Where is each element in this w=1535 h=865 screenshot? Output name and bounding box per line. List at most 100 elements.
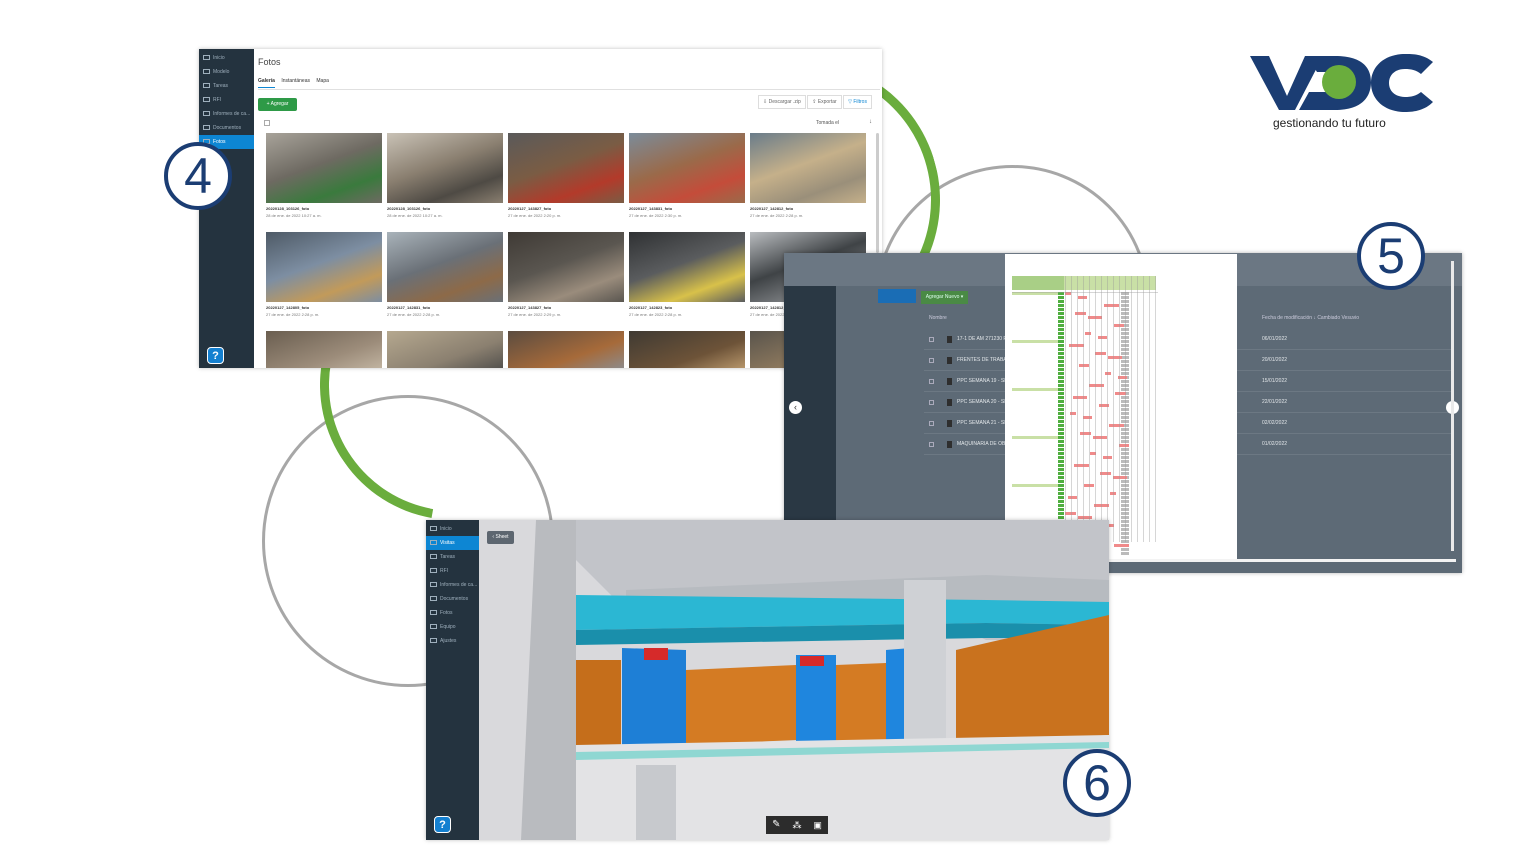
sheet-button[interactable]: ‹ Sheet [487,531,514,544]
clipboard-icon[interactable]: ▣ [808,817,827,833]
photo-thumbnail[interactable] [629,232,745,302]
sheet-row [1012,472,1064,475]
photo-thumbnail[interactable] [266,133,382,203]
row-checkbox[interactable] [929,442,934,447]
help-button[interactable]: ? [207,347,224,364]
sheet-row [1012,324,1064,327]
row-checkbox[interactable] [929,400,934,405]
viewer-sidebar-item[interactable]: Tareas [426,550,479,564]
photo-thumbnail[interactable] [387,331,503,368]
sidebar-item-rfi[interactable]: RFI [199,93,254,107]
row-checkbox[interactable] [929,379,934,384]
sheet-bar [1104,304,1119,307]
photo-thumbnail[interactable] [266,331,382,368]
sheet-status [1058,300,1064,303]
row-checkbox[interactable] [929,421,934,426]
select-all-checkbox[interactable] [264,120,270,126]
download-zip-button[interactable]: ⇩ Descargar .zip [758,95,806,109]
photo-thumbnail[interactable] [387,133,503,203]
sheet-status [1058,376,1064,379]
sheet-row [1012,416,1064,419]
photo-card[interactable] [629,331,745,368]
tab-mapa[interactable]: Mapa [316,78,329,84]
help-button-viewer[interactable]: ? [434,816,451,833]
viewer-sidebar-item[interactable]: Informes de ca... [426,578,479,592]
sheet-bar [1115,392,1126,395]
photo-card[interactable] [387,331,503,368]
sidebar-item-inicio[interactable]: Inicio [199,51,254,65]
right-scrollbar[interactable] [1451,261,1454,551]
sheet-status [1058,384,1064,387]
sheet-status [1058,436,1064,439]
sheet-header [1064,276,1156,290]
sidebar-item-modelo[interactable]: Modelo [199,65,254,79]
sheet-row [1012,300,1064,303]
photo-card[interactable]: 20220127_142823_foto 27 de ene. de 2022 2… [629,232,745,317]
step-badge-6: 6 [1063,749,1131,817]
bim-3d-scene[interactable] [426,520,1109,840]
prev-page-button[interactable]: ‹ [789,401,802,414]
row-checkbox[interactable] [929,358,934,363]
photo-thumbnail[interactable] [387,232,503,302]
photo-card[interactable] [508,331,624,368]
viewer-sidebar-item[interactable]: Inicio [426,522,479,536]
photo-card[interactable]: 20220127_142805_foto 27 de ene. de 2022 2… [266,232,382,317]
photo-card[interactable]: 20220128_103126_foto 28 de ene. de 2022 1… [266,133,382,218]
sheet-bar [1103,456,1112,459]
photo-card[interactable]: 20220128_103126_foto 28 de ene. de 2022 1… [387,133,503,218]
scrollbar[interactable] [876,133,879,253]
sidebar-item-tareas[interactable]: Tareas [199,79,254,93]
sidebar-item-documentos[interactable]: Documentos [199,121,254,135]
photo-card[interactable]: 20220127_143831_foto 27 de ene. de 2022 2… [629,133,745,218]
photo-thumbnail[interactable] [629,133,745,203]
sort-label[interactable]: Tomada el [816,120,839,126]
photo-thumbnail[interactable] [266,232,382,302]
viewer-sidebar-item[interactable]: Documentos [426,592,479,606]
sheet-status [1058,348,1064,351]
photo-card[interactable]: 20220127_143827_foto 27 de ene. de 2022 2… [508,133,624,218]
sheet-status [1058,400,1064,403]
sheet-row [1012,372,1064,375]
sheet-status [1058,504,1064,507]
photo-thumbnail[interactable] [508,133,624,203]
tab-galeria[interactable]: Galería [258,78,275,88]
photo-thumbnail[interactable] [508,331,624,368]
photo-thumbnail[interactable] [508,232,624,302]
viewer-sidebar-item[interactable]: RFI [426,564,479,578]
photo-card[interactable]: 20220127_143827_foto 27 de ene. de 2022 2… [508,232,624,317]
row-checkbox[interactable] [929,337,934,342]
photo-thumbnail[interactable] [750,133,866,203]
photo-name: 20220128_103126_foto [387,206,431,211]
sheet-status [1058,512,1064,515]
pencil-icon[interactable]: ✎ [767,817,786,833]
panel-model-viewer: Inicio Visitas Tareas RFI Informes de ca... D… [426,520,1109,840]
viewer-sidebar-item[interactable]: Visitas [426,536,479,550]
sheet-bar [1083,416,1092,419]
sheet-row [1012,364,1064,367]
photo-card[interactable]: 20220127_142831_foto 27 de ene. de 2022 2… [387,232,503,317]
col-name-header[interactable]: Nombre [929,315,947,321]
sheet-status [1058,396,1064,399]
file-icon [947,441,952,448]
col-modified-header[interactable]: Fecha de modificación ↓ Cambiado Vesuvio [1262,315,1359,321]
network-icon[interactable]: ⁂ [788,817,807,833]
sheet-row [1012,432,1064,435]
photo-thumbnail[interactable] [629,331,745,368]
filters-button[interactable]: ▽ Filtros [843,95,872,109]
export-button[interactable]: ⇪ Exportar [807,95,842,109]
tab-instantaneas[interactable]: Instantáneas [281,78,310,84]
viewer-sidebar-item[interactable]: Fotos [426,606,479,620]
sheet-bar [1108,356,1122,359]
sheet-status [1058,460,1064,463]
sheet-row [1012,468,1064,471]
add-new-button[interactable]: Agregar Nuevo ▾ [921,291,968,304]
photo-card[interactable]: 20220127_142812_foto 27 de ene. de 2022 2… [750,133,866,218]
sidebar-item-informes[interactable]: Informes de ca... [199,107,254,121]
add-photo-button[interactable]: + Agregar [258,98,297,111]
sort-arrow-icon[interactable]: ↓ [869,119,872,125]
viewer-sidebar-item[interactable]: Ajustes [426,634,479,648]
photo-card[interactable] [266,331,382,368]
documents-blue-tab[interactable] [878,289,916,303]
sheet-row [1012,312,1064,315]
viewer-sidebar-item[interactable]: Equipo [426,620,479,634]
